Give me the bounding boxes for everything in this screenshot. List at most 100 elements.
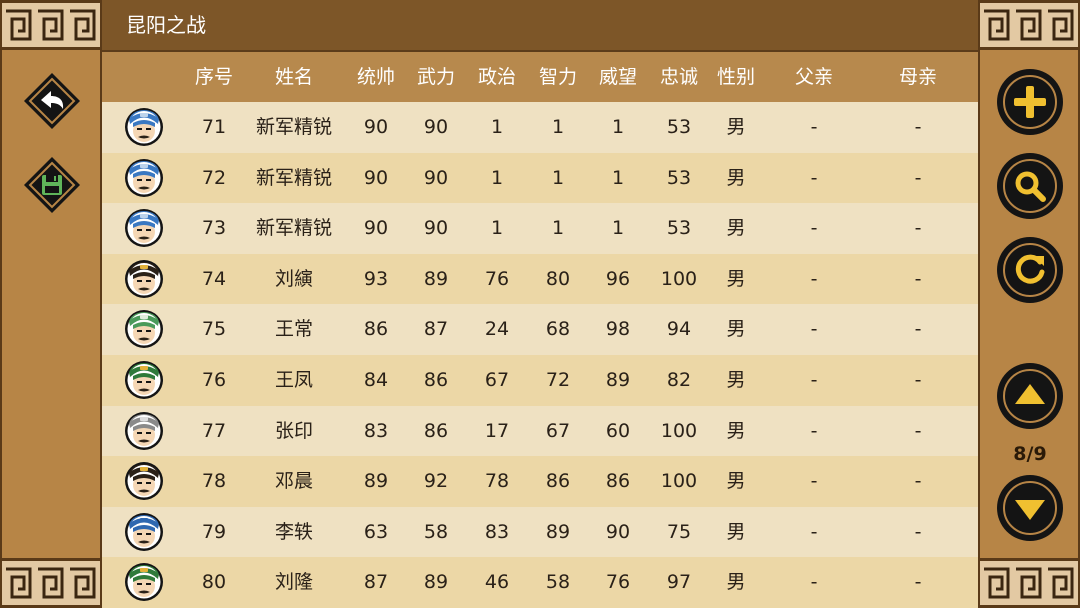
cell-war: 87	[423, 318, 449, 341]
cell-name: 刘隆	[274, 571, 313, 594]
cell-loy: 100	[660, 470, 698, 493]
cell-loy: 100	[660, 419, 698, 442]
cell-sex: 男	[726, 318, 746, 341]
cell-lead: 90	[363, 217, 389, 240]
cell-war: 90	[423, 116, 449, 138]
col-header-father: 父亲	[794, 66, 833, 88]
cell-war: 58	[423, 520, 449, 543]
page-indicator: 8/9	[1013, 443, 1047, 465]
cell-mother: -	[914, 116, 922, 138]
cell-pol: 1	[490, 116, 504, 138]
search-button[interactable]	[996, 152, 1064, 220]
cell-war: 86	[423, 368, 449, 391]
avatar-green-helmet-general-icon	[124, 309, 164, 349]
table-row[interactable]: 79 李轶 63 58 83 89 90 75 男 - -	[102, 506, 978, 558]
page-down-button[interactable]	[996, 474, 1064, 542]
cell-lead: 84	[363, 368, 389, 391]
cell-sex: 男	[726, 217, 746, 240]
floppy-save-icon	[42, 175, 62, 195]
cell-no: 77	[201, 419, 227, 442]
cell-name: 刘縯	[274, 267, 313, 290]
cell-lead: 86	[363, 318, 389, 341]
cell-no: 74	[201, 267, 227, 290]
table-row[interactable]: 77 张印 83 86 17 67 60 100 男 - -	[102, 405, 978, 457]
cell-fame: 89	[605, 368, 631, 391]
cell-sex: 男	[726, 166, 746, 189]
cell-int: 68	[545, 318, 571, 341]
cell-int: 89	[545, 520, 571, 543]
cell-loy: 53	[666, 116, 692, 138]
col-header-mother: 母亲	[898, 66, 937, 88]
fret-border-top-left	[2, 0, 100, 50]
page-up-button[interactable]	[996, 362, 1064, 430]
cell-name: 王常	[274, 318, 313, 341]
table-header: 序号 姓名 统帅 武力 政治 智力 威望 忠诚 性别 父亲 母亲	[102, 52, 978, 102]
cell-father: -	[810, 318, 818, 341]
cell-loy: 75	[666, 520, 692, 543]
table-row[interactable]: 72 新军精锐 90 90 1 1 1 53 男 - -	[102, 152, 978, 204]
save-button[interactable]	[23, 156, 81, 214]
table-row[interactable]: 76 王凤 84 86 67 72 89 82 男 - -	[102, 354, 978, 406]
cell-int: 72	[545, 368, 571, 391]
refresh-button[interactable]	[996, 236, 1064, 304]
cell-lead: 63	[363, 520, 389, 543]
cell-pol: 46	[484, 571, 510, 594]
cell-fame: 1	[611, 166, 625, 189]
add-button[interactable]	[996, 68, 1064, 136]
cell-fame: 76	[605, 571, 631, 594]
table-row[interactable]: 78 邓晨 89 92 78 86 86 100 男 - -	[102, 456, 978, 507]
avatar-grey-eyepatch-general-icon	[124, 411, 164, 451]
cell-int: 1	[551, 116, 565, 138]
cell-int: 86	[545, 470, 571, 493]
cell-lead: 87	[363, 571, 389, 594]
cell-pol: 24	[484, 318, 510, 341]
avatar-blue-helmet-soldier-icon	[124, 107, 164, 147]
roster-screen: 昆阳之战 序号 姓名 统帅 武力 政治 智力 威望 忠诚 性别 父亲 母亲 71…	[0, 0, 1080, 608]
cell-pol: 76	[484, 267, 510, 290]
cell-mother: -	[914, 520, 922, 543]
cell-pol: 1	[490, 217, 504, 240]
cell-no: 71	[201, 116, 227, 138]
cell-name: 李轶	[274, 520, 313, 543]
cell-father: -	[810, 571, 818, 594]
table-row[interactable]: 73 新军精锐 90 90 1 1 1 53 男 - -	[102, 203, 978, 254]
cell-lead: 93	[363, 267, 389, 290]
cell-sex: 男	[726, 419, 746, 442]
right-side-panel: 8/9	[978, 0, 1080, 608]
cell-int: 67	[545, 419, 571, 442]
cell-sex: 男	[726, 116, 746, 138]
fret-border-bottom-right	[980, 558, 1078, 608]
col-header-pol: 政治	[477, 66, 516, 88]
cell-name: 张印	[274, 419, 313, 442]
cell-name: 邓晨	[274, 470, 313, 493]
cell-int: 1	[551, 166, 565, 189]
cell-father: -	[810, 116, 818, 138]
col-header-name: 姓名	[274, 66, 313, 88]
table-row[interactable]: 75 王常 86 87 24 68 98 94 男 - -	[102, 304, 978, 355]
cell-mother: -	[914, 217, 922, 240]
cell-war: 90	[423, 217, 449, 240]
col-header-int: 智力	[538, 66, 577, 88]
cell-pol: 67	[484, 368, 510, 391]
cell-lead: 90	[363, 116, 389, 138]
table-row[interactable]: 80 刘隆 87 89 46 58 76 97 男 - -	[102, 557, 978, 608]
cell-mother: -	[914, 470, 922, 493]
col-header-fame: 威望	[598, 66, 637, 88]
cell-loy: 94	[666, 318, 692, 341]
table-row[interactable]: 71 新军精锐 90 90 1 1 1 53 男 - -	[102, 102, 978, 153]
cell-fame: 86	[605, 470, 631, 493]
cell-fame: 96	[605, 267, 631, 290]
cell-no: 78	[201, 470, 227, 493]
cell-loy: 53	[666, 166, 692, 189]
back-button[interactable]	[23, 72, 81, 130]
page-title: 昆阳之战	[126, 13, 206, 37]
table-row[interactable]: 74 刘縯 93 89 76 80 96 100 男 - -	[102, 253, 978, 305]
cell-name: 新军精锐	[255, 217, 332, 240]
cell-father: -	[810, 166, 818, 189]
left-side-panel	[0, 0, 102, 608]
col-header-loy: 忠诚	[659, 66, 698, 88]
cell-pol: 78	[484, 470, 510, 493]
fret-border-top-right	[980, 0, 1078, 50]
cell-war: 89	[423, 267, 449, 290]
col-header-sex: 性别	[716, 66, 755, 88]
